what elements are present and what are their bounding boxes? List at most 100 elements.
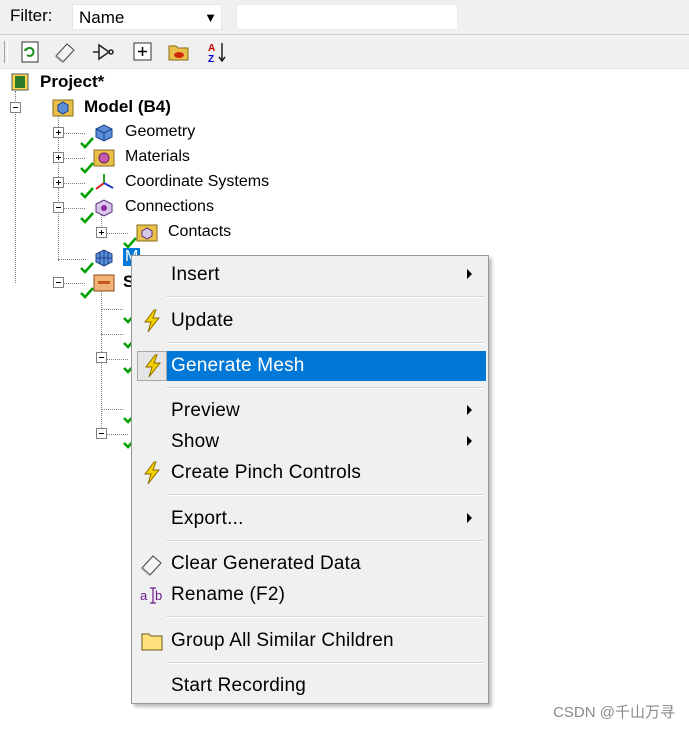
geometry-icon — [93, 122, 115, 142]
tree-toolbar: AZ — [0, 35, 689, 69]
tree-connector — [106, 434, 128, 435]
tree-node-label: Model (B4) — [84, 97, 171, 116]
tree-connector — [58, 259, 86, 260]
filter-bar: Filter: Name ▼ — [0, 0, 689, 35]
svg-text:b: b — [155, 588, 162, 603]
tree-node-model[interactable]: Model (B4) — [52, 96, 171, 118]
filter-text-input[interactable] — [236, 4, 458, 30]
expand-toggle[interactable] — [53, 177, 64, 188]
check-icon — [80, 137, 94, 149]
check-icon — [80, 187, 94, 199]
tree-connector — [101, 309, 123, 310]
tree-connector — [106, 359, 128, 360]
menu-item-label: Clear Generated Data — [171, 553, 361, 574]
tree-node-materials[interactable]: Materials — [93, 146, 190, 168]
clear-icon[interactable] — [53, 40, 77, 64]
mesh-icon — [93, 247, 115, 267]
collapse-toggle[interactable] — [96, 428, 107, 439]
refresh-icon[interactable] — [18, 40, 42, 64]
collapse-toggle[interactable] — [96, 352, 107, 363]
check-icon — [80, 162, 94, 174]
tree-node-static[interactable]: S — [93, 271, 134, 293]
menu-item-start-recording[interactable]: Start Recording — [136, 671, 484, 701]
menu-separator — [166, 540, 484, 542]
collapse-toggle[interactable] — [10, 102, 21, 113]
tree-node-label: Contacts — [168, 223, 232, 240]
tree-connector — [63, 183, 85, 184]
menu-item-group-all-similar-children[interactable]: Group All Similar Children — [136, 626, 484, 656]
menu-item-label: Rename (F2) — [171, 584, 286, 605]
tree-node-contacts[interactable]: Contacts — [136, 221, 231, 243]
menu-separator — [166, 494, 484, 496]
tree-node-geometry[interactable]: Geometry — [93, 121, 195, 143]
expand-toggle[interactable] — [96, 227, 107, 238]
contacts-folder-icon — [136, 222, 158, 242]
tree-node-coordinate-systems[interactable]: Coordinate Systems — [93, 171, 269, 193]
filter-label: Filter: — [10, 6, 53, 25]
tree-connector — [63, 133, 85, 134]
menu-item-label: Group All Similar Children — [171, 630, 394, 651]
expand-toggle[interactable] — [53, 127, 64, 138]
expand-toggle[interactable] — [53, 152, 64, 163]
menu-separator — [166, 342, 484, 344]
tree-node-project[interactable]: Project* — [10, 71, 104, 93]
rename-icon: ab — [140, 583, 164, 607]
check-icon — [80, 262, 94, 274]
collapse-toggle[interactable] — [53, 277, 64, 288]
tree-connector — [63, 208, 85, 209]
menu-item-clear-generated-data[interactable]: Clear Generated Data — [136, 549, 484, 579]
suppress-icon[interactable] — [91, 40, 115, 64]
tree-connector — [63, 158, 85, 159]
menu-item-create-pinch-controls[interactable]: Create Pinch Controls — [136, 458, 484, 488]
menu-item-generate-mesh[interactable]: Generate Mesh — [136, 351, 486, 381]
menu-item-label: Show — [171, 431, 220, 452]
menu-item-rename[interactable]: ab Rename (F2) — [136, 580, 484, 610]
menu-separator — [166, 387, 484, 389]
tree-node-connections[interactable]: Connections — [93, 196, 214, 218]
watermark: CSDN @千山万寻 — [553, 704, 675, 721]
tree-connector — [63, 283, 85, 284]
lightning-icon — [140, 461, 164, 485]
submenu-arrow-icon — [467, 269, 472, 279]
menu-item-label: Export... — [171, 508, 244, 529]
menu-item-show[interactable]: Show — [136, 427, 484, 457]
check-icon — [80, 212, 94, 224]
lightning-icon — [137, 351, 167, 381]
menu-item-label: Create Pinch Controls — [171, 462, 362, 483]
materials-icon — [93, 147, 115, 167]
menu-item-label: Start Recording — [171, 675, 307, 696]
coordinate-axes-icon — [93, 172, 115, 192]
folder-icon — [140, 629, 164, 653]
menu-item-label: Insert — [171, 264, 220, 285]
menu-item-update[interactable]: Update — [136, 306, 484, 336]
eraser-icon — [140, 552, 164, 576]
lightning-icon — [140, 309, 164, 333]
sort-az-icon[interactable]: AZ — [205, 40, 229, 65]
menu-item-label: Generate Mesh — [171, 355, 305, 376]
svg-text:Z: Z — [208, 54, 214, 64]
svg-text:a: a — [140, 588, 148, 603]
check-icon — [80, 287, 94, 299]
collapse-toggle[interactable] — [53, 202, 64, 213]
tree-connector — [15, 91, 16, 283]
tree-connector — [101, 409, 123, 410]
filter-dropdown[interactable]: Name ▼ — [72, 4, 222, 30]
submenu-arrow-icon — [467, 405, 472, 415]
tree-node-label: Geometry — [125, 123, 196, 140]
menu-separator — [166, 296, 484, 298]
filter-dropdown-value: Name — [79, 8, 125, 27]
submenu-arrow-icon — [467, 436, 472, 446]
tree-node-label: Project* — [40, 72, 105, 91]
project-icon — [10, 72, 32, 92]
chevron-down-icon[interactable]: ▼ — [204, 10, 217, 25]
menu-item-label: Preview — [171, 400, 240, 421]
submenu-arrow-icon — [467, 513, 472, 523]
connections-icon — [93, 197, 115, 217]
menu-item-export[interactable]: Export... — [136, 504, 484, 534]
menu-item-preview[interactable]: Preview — [136, 396, 484, 426]
folder-icon[interactable] — [167, 40, 191, 64]
menu-item-insert[interactable]: Insert — [136, 260, 484, 290]
toolbar-grip[interactable] — [4, 41, 8, 63]
menu-separator — [166, 662, 484, 664]
expand-all-icon[interactable] — [131, 40, 155, 64]
